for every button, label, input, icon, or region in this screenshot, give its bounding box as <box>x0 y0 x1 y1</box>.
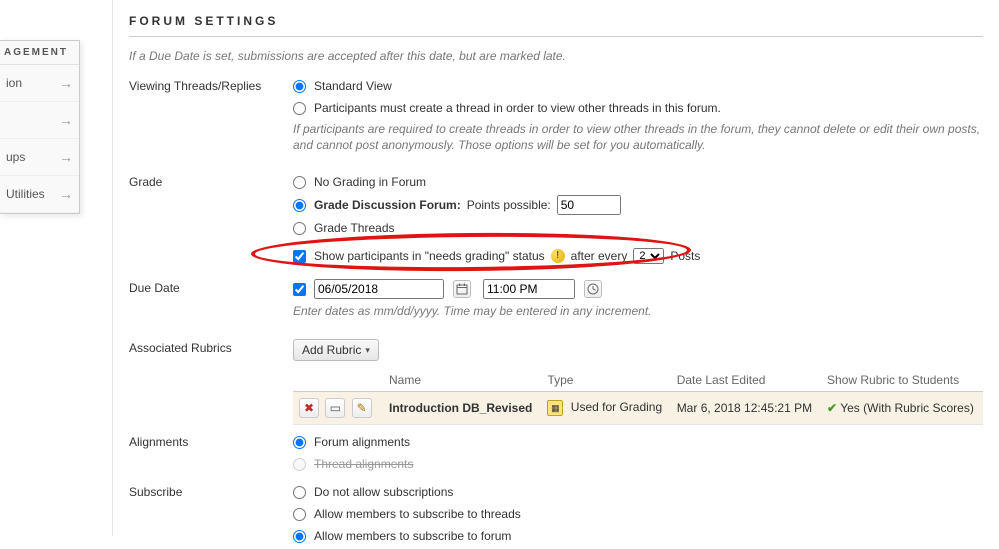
viewing-note: If participants are required to create t… <box>293 121 983 153</box>
subscribe-none-label: Do not allow subscriptions <box>314 483 453 501</box>
grade-forum-radio[interactable] <box>293 199 306 212</box>
menu-item-0[interactable]: ion → <box>0 65 79 102</box>
clock-icon[interactable] <box>584 280 602 298</box>
points-possible-label: Points possible: <box>467 196 551 214</box>
grade-threads-radio[interactable] <box>293 222 306 235</box>
no-grading-label: No Grading in Forum <box>314 173 426 191</box>
menu-item-label: Utilities <box>6 187 45 201</box>
after-every-label: after every <box>571 247 628 265</box>
menu-item-3[interactable]: Utilities → <box>0 176 79 213</box>
subscribe-threads-radio[interactable] <box>293 508 306 521</box>
remove-rubric-icon[interactable]: ✖ <box>299 398 319 418</box>
viewing-label: Viewing Threads/Replies <box>129 77 293 93</box>
needs-grading-status-icon: ! <box>551 249 565 263</box>
alignments-label: Alignments <box>129 433 293 449</box>
subscribe-threads-label: Allow members to subscribe to threads <box>314 505 521 523</box>
thread-alignments-radio <box>293 458 306 471</box>
menu-item-2[interactable]: ups → <box>0 139 79 176</box>
viewing-participants-radio[interactable] <box>293 102 306 115</box>
arrow-right-icon: → <box>59 186 73 202</box>
menu-heading: AGEMENT <box>0 41 79 65</box>
grade-threads-label: Grade Threads <box>314 219 395 237</box>
viewing-standard-label: Standard View <box>314 77 392 95</box>
needs-grading-prefix: Show participants in "needs grading" sta… <box>314 247 545 265</box>
arrow-right-icon: → <box>59 75 73 91</box>
rubrics-table: Name Type Date Last Edited Show Rubric t… <box>293 369 983 425</box>
forum-settings-panel: FORUM SETTINGS If a Due Date is set, sub… <box>112 0 999 536</box>
grade-label: Grade <box>129 173 293 189</box>
points-possible-input[interactable] <box>557 195 621 215</box>
col-show: Show Rubric to Students <box>821 369 983 392</box>
subscribe-label: Subscribe <box>129 483 293 499</box>
edit-rubric-icon[interactable]: ✎ <box>352 398 372 418</box>
due-date-hint: Enter dates as mm/dd/yyyy. Time may be e… <box>293 303 983 319</box>
forum-alignments-radio[interactable] <box>293 436 306 449</box>
subscribe-none-radio[interactable] <box>293 486 306 499</box>
due-date-input[interactable] <box>314 279 444 299</box>
calendar-icon[interactable] <box>453 280 471 298</box>
col-date: Date Last Edited <box>671 369 821 392</box>
rubric-type: Used for Grading <box>571 400 662 414</box>
viewing-standard-radio[interactable] <box>293 80 306 93</box>
menu-item-label: ion <box>6 76 22 90</box>
col-type: Type <box>541 369 670 392</box>
arrow-right-icon: → <box>59 149 73 165</box>
left-course-menu: AGEMENT ion → → ups → Utilities → <box>0 40 80 214</box>
due-time-input[interactable] <box>483 279 575 299</box>
rubric-row: ✖ ▭ ✎ Introduction DB_Revised ▦ Used for… <box>293 392 983 425</box>
menu-item-label: ups <box>6 150 25 164</box>
subscribe-forum-label: Allow members to subscribe to forum <box>314 527 511 545</box>
arrow-right-icon: → <box>59 112 73 128</box>
section-title: FORUM SETTINGS <box>129 10 983 37</box>
needs-grading-checkbox[interactable] <box>293 250 306 263</box>
posts-count-select[interactable]: 2 <box>633 248 664 264</box>
chevron-down-icon: ▾ <box>365 345 370 356</box>
due-date-enable-checkbox[interactable] <box>293 283 306 296</box>
rubric-name: Introduction DB_Revised <box>389 401 532 415</box>
subscribe-forum-radio[interactable] <box>293 530 306 543</box>
add-rubric-button[interactable]: Add Rubric ▾ <box>293 339 379 361</box>
rubrics-label: Associated Rubrics <box>129 339 293 355</box>
due-date-label: Due Date <box>129 279 293 295</box>
thread-alignments-label: Thread alignments <box>314 455 413 473</box>
grade-forum-label: Grade Discussion Forum: <box>314 198 461 212</box>
due-date-note: If a Due Date is set, submissions are ac… <box>129 49 983 63</box>
col-name: Name <box>383 369 541 392</box>
posts-suffix: Posts <box>670 247 700 265</box>
menu-item-1[interactable]: → <box>0 102 79 139</box>
grading-type-icon[interactable]: ▦ <box>547 400 563 416</box>
forum-alignments-label: Forum alignments <box>314 433 410 451</box>
add-rubric-label: Add Rubric <box>302 343 361 357</box>
view-rubric-icon[interactable]: ▭ <box>325 398 345 418</box>
no-grading-radio[interactable] <box>293 176 306 189</box>
rubric-date: Mar 6, 2018 12:45:21 PM <box>671 392 821 425</box>
check-icon[interactable]: ✔ <box>827 401 837 415</box>
viewing-participants-label: Participants must create a thread in ord… <box>314 99 721 117</box>
rubric-show: Yes (With Rubric Scores) <box>840 401 974 415</box>
